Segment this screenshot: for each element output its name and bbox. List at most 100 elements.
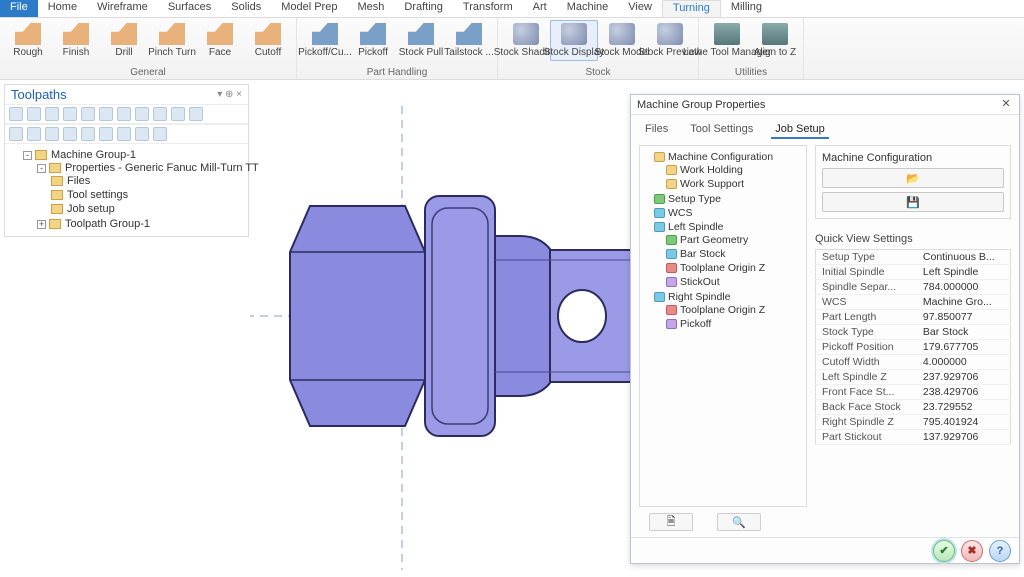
cancel-button[interactable]: ✖ — [961, 540, 983, 562]
ribbon-stock-pull[interactable]: Stock Pull — [397, 20, 445, 61]
menu-tab-drafting[interactable]: Drafting — [394, 0, 453, 17]
dialog-tab-job-setup[interactable]: Job Setup — [771, 121, 829, 139]
drill-icon — [111, 23, 137, 45]
cfg-node-machine-configuration[interactable]: Machine Configuration — [668, 151, 773, 163]
qv-row: Back Face Stock23.729552 — [816, 400, 1011, 415]
search-doc-button[interactable]: 🔍 — [717, 513, 761, 531]
page-icon: 🗎 — [667, 513, 676, 532]
cfg-node-stickout[interactable]: StickOut — [680, 276, 720, 288]
cfg-node-toolplane-origin-z[interactable]: Toolplane Origin Z — [680, 262, 765, 274]
main-menu-tabs: FileHomeWireframeSurfacesSolidsModel Pre… — [0, 0, 1024, 18]
dialog-tab-files[interactable]: Files — [641, 121, 672, 139]
menu-tab-surfaces[interactable]: Surfaces — [158, 0, 221, 17]
folder-icon: 📂 — [906, 172, 920, 185]
cfg-node-work-support[interactable]: Work Support — [680, 178, 744, 190]
node-icon — [666, 165, 677, 175]
qv-row: Part Stickout137.929706 — [816, 430, 1011, 445]
cfg-node-part-geometry[interactable]: Part Geometry — [680, 234, 748, 246]
help-button[interactable]: ? — [989, 540, 1011, 562]
qv-row: WCSMachine Gro... — [816, 295, 1011, 310]
ribbon-stock-display[interactable]: Stock Display — [550, 20, 598, 61]
toolpaths-tree[interactable]: -Machine Group-1 -Properties - Generic F… — [5, 144, 248, 236]
open-config-button[interactable]: 📂 — [822, 168, 1004, 188]
menu-tab-wireframe[interactable]: Wireframe — [87, 0, 158, 17]
save-config-button[interactable]: 💾 — [822, 192, 1004, 212]
lathe-tool-manager-icon — [714, 23, 740, 45]
dialog-tabs: Files Tool Settings Job Setup — [631, 115, 1019, 139]
tree-toolpath-group[interactable]: Toolpath Group-1 — [65, 218, 150, 230]
node-icon — [654, 222, 665, 232]
node-icon — [654, 292, 665, 302]
qv-row: Spindle Separ...784.000000 — [816, 280, 1011, 295]
finish-icon — [63, 23, 89, 45]
menu-tab-solids[interactable]: Solids — [221, 0, 271, 17]
ribbon-face[interactable]: Face — [196, 20, 244, 61]
cfg-node-setup-type[interactable]: Setup Type — [668, 193, 721, 205]
menu-tab-model-prep[interactable]: Model Prep — [271, 0, 347, 17]
qv-row: Stock TypeBar Stock — [816, 325, 1011, 340]
face-icon — [207, 23, 233, 45]
search-icon: 🔍 — [732, 516, 746, 529]
toolpaths-toolbar[interactable] — [5, 104, 248, 124]
ribbon: RoughFinishDrillPinch TurnFaceCutoff Gene… — [0, 18, 1024, 80]
cfg-node-pickoff[interactable]: Pickoff — [680, 318, 711, 330]
node-icon — [666, 235, 677, 245]
rough-icon — [15, 23, 41, 45]
cfg-node-right-spindle[interactable]: Right Spindle — [668, 291, 730, 303]
cfg-node-bar-stock[interactable]: Bar Stock — [680, 248, 726, 260]
menu-tab-art[interactable]: Art — [523, 0, 557, 17]
ribbon-pinch-turn[interactable]: Pinch Turn — [148, 20, 196, 61]
menu-tab-home[interactable]: Home — [38, 0, 87, 17]
stock-display-icon — [561, 23, 587, 45]
ribbon-pickoff-cu-[interactable]: Pickoff/Cu... — [301, 20, 349, 61]
menu-tab-transform[interactable]: Transform — [453, 0, 523, 17]
menu-tab-turning[interactable]: Turning — [662, 0, 721, 17]
ribbon-pickoff[interactable]: Pickoff — [349, 20, 397, 61]
cfg-node-work-holding[interactable]: Work Holding — [680, 164, 743, 176]
toolpaths-toolbar-2[interactable] — [5, 124, 248, 144]
tree-node-files[interactable]: Files — [67, 175, 90, 187]
menu-tab-file[interactable]: File — [0, 0, 38, 17]
tree-properties[interactable]: Properties - Generic Fanuc Mill-Turn TT — [65, 162, 259, 174]
cfg-node-wcs[interactable]: WCS — [668, 207, 693, 219]
panel-pin-controls[interactable]: ▾ ⊕ × — [217, 89, 242, 100]
menu-tab-machine[interactable]: Machine — [557, 0, 619, 17]
ribbon-align-to-z[interactable]: Align to Z — [751, 20, 799, 61]
cfg-node-left-spindle[interactable]: Left Spindle — [668, 221, 723, 233]
menu-tab-milling[interactable]: Milling — [721, 0, 772, 17]
ribbon-cutoff[interactable]: Cutoff — [244, 20, 292, 61]
close-icon[interactable]: ✕ — [999, 98, 1013, 112]
qv-row: Setup TypeContinuous B... — [816, 250, 1011, 265]
cfg-node-toolplane-origin-z[interactable]: Toolplane Origin Z — [680, 304, 765, 316]
machine-config-header: Machine Configuration — [822, 152, 1004, 164]
ribbon-drill[interactable]: Drill — [100, 20, 148, 61]
tree-machine-group[interactable]: Machine Group-1 — [51, 149, 136, 161]
menu-tab-mesh[interactable]: Mesh — [347, 0, 394, 17]
ribbon-lathe-tool-manager[interactable]: Lathe Tool Manager — [703, 20, 751, 61]
quick-view-table: Setup TypeContinuous B...Initial Spindle… — [815, 249, 1011, 445]
toolpaths-title: Toolpaths — [11, 87, 67, 102]
ribbon-group-label: General — [4, 67, 292, 79]
qv-row: Cutoff Width4.000000 — [816, 355, 1011, 370]
ok-button[interactable]: ✔ — [933, 540, 955, 562]
ribbon-group-label: Stock — [502, 67, 694, 79]
ribbon-finish[interactable]: Finish — [52, 20, 100, 61]
ribbon-tailstock-[interactable]: Tailstock ... — [445, 20, 493, 61]
stock-preview-icon — [657, 23, 683, 45]
node-icon — [654, 208, 665, 218]
tree-node-job-setup[interactable]: Job setup — [67, 203, 115, 215]
qv-row: Part Length97.850077 — [816, 310, 1011, 325]
node-icon — [666, 319, 677, 329]
dialog-tab-tool-settings[interactable]: Tool Settings — [686, 121, 757, 139]
ribbon-rough[interactable]: Rough — [4, 20, 52, 61]
node-icon — [666, 179, 677, 189]
quick-view-header: Quick View Settings — [815, 233, 1011, 245]
config-tree[interactable]: Machine ConfigurationWork Holding Work Su… — [639, 145, 807, 507]
node-icon — [666, 305, 677, 315]
tree-node-tool-settings[interactable]: Tool settings — [67, 189, 128, 201]
qv-row: Pickoff Position179.677705 — [816, 340, 1011, 355]
menu-tab-view[interactable]: View — [618, 0, 662, 17]
new-doc-button[interactable]: 🗎 — [649, 513, 693, 531]
qv-row: Left Spindle Z237.929706 — [816, 370, 1011, 385]
align-to-z-icon — [762, 23, 788, 45]
